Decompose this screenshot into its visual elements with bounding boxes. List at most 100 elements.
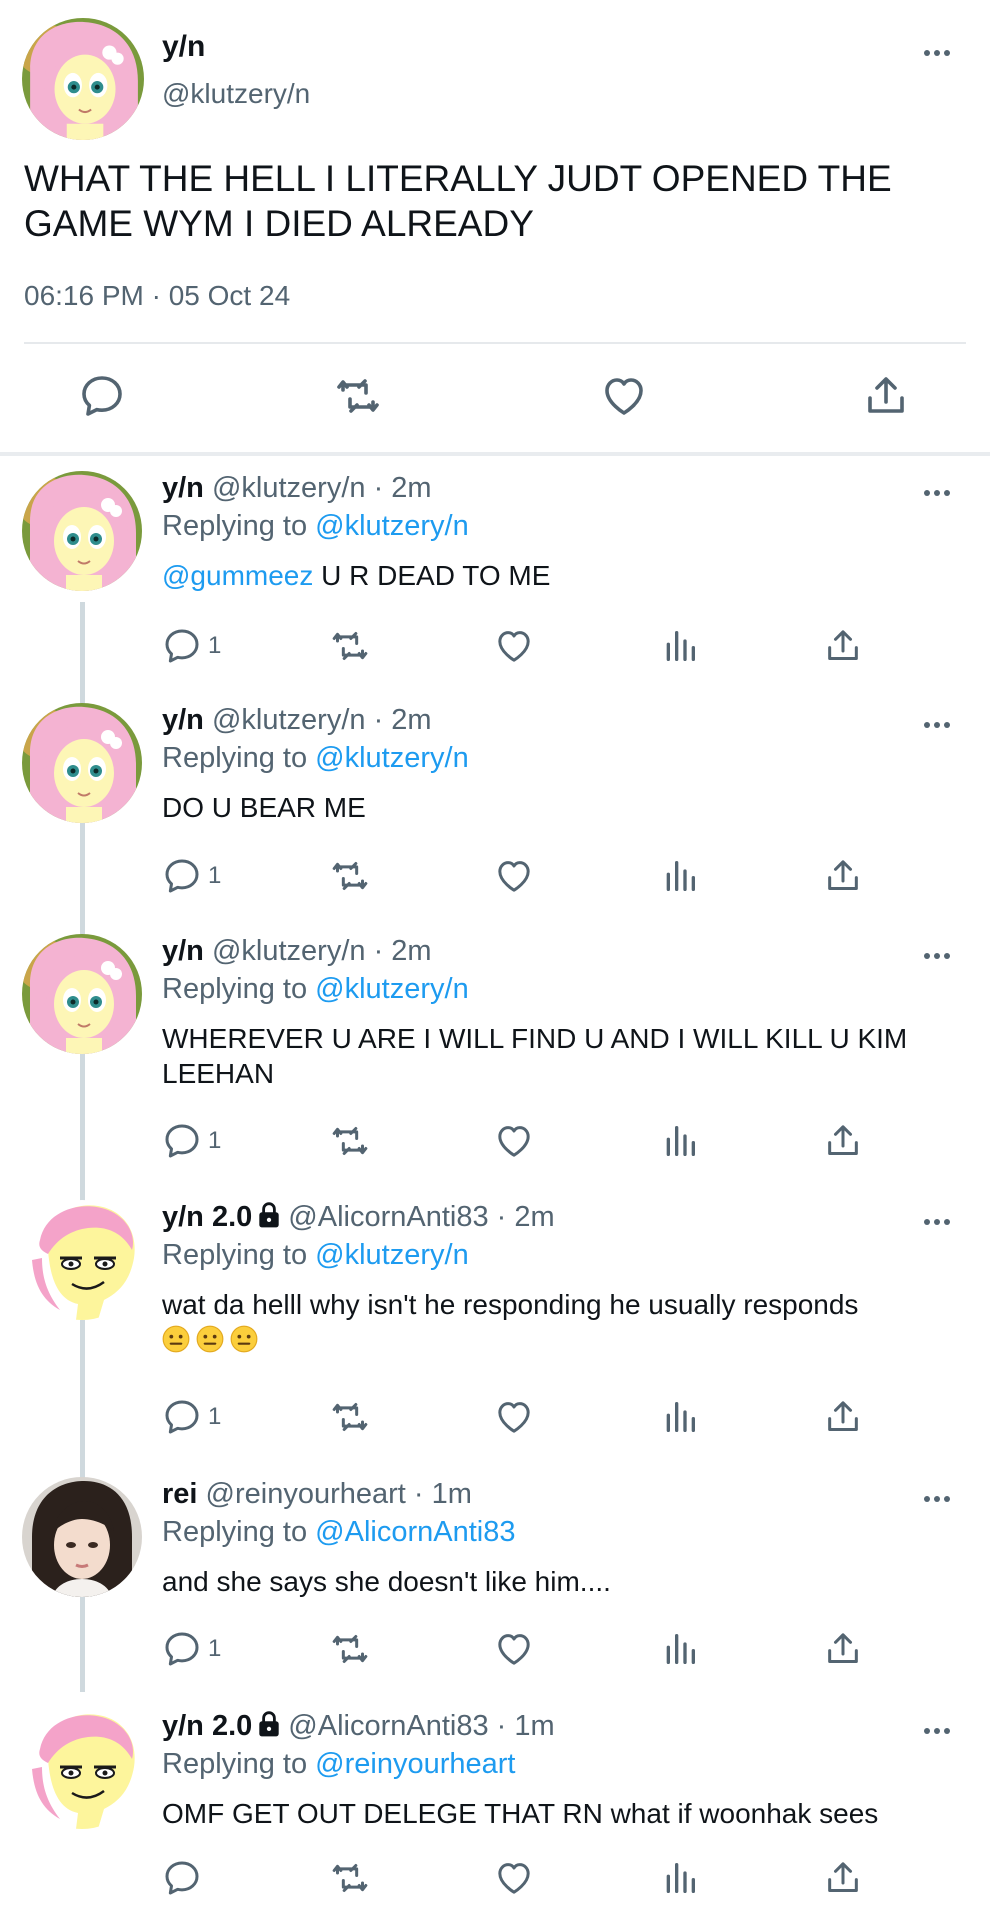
mention-link[interactable]: @gummeez — [162, 560, 313, 591]
tweet-time: 2m — [391, 704, 432, 736]
tweet-actions: 1 — [0, 626, 990, 666]
replying-to-link[interactable]: @klutzery/n — [315, 742, 469, 774]
lock-icon — [256, 1201, 282, 1229]
replying-to-link[interactable]: @reinyourheart — [315, 1748, 515, 1780]
neutral-face-emoji — [196, 1325, 224, 1353]
reply-button[interactable] — [162, 1858, 202, 1898]
tweet-actions: 1 — [0, 1397, 990, 1437]
tweet-text-body: wat da helll why isn't he responding he … — [162, 1289, 859, 1320]
divider — [24, 342, 966, 344]
reply-button[interactable]: 1 — [162, 1397, 221, 1437]
author-handle[interactable]: @klutzery/n — [212, 472, 366, 504]
retweet-icon[interactable] — [330, 1397, 370, 1437]
retweet-icon[interactable] — [334, 372, 382, 420]
reply-header: y/n 2.0 @AlicornAnti83 · 1m — [162, 1710, 555, 1743]
author-name[interactable]: y/n — [162, 704, 204, 736]
tweet-time: 2m — [514, 1201, 555, 1233]
like-icon[interactable] — [494, 626, 534, 666]
replying-to: Replying to @klutzery/n — [162, 973, 469, 1006]
views-icon[interactable] — [660, 1858, 700, 1898]
replying-to-link[interactable]: @klutzery/n — [315, 973, 469, 1005]
author-handle[interactable]: @reinyourheart — [206, 1478, 406, 1510]
like-icon[interactable] — [494, 1121, 534, 1161]
replying-to-link[interactable]: @AlicornAnti83 — [315, 1516, 515, 1548]
reply-tweet[interactable]: y/n 2.0 @AlicornAnti83 · 2m Replying to @… — [0, 1189, 990, 1447]
tweet-time: 2m — [391, 472, 432, 504]
author-name[interactable]: rei — [162, 1478, 197, 1510]
avatar[interactable] — [22, 18, 144, 140]
author-handle[interactable]: @AlicornAnti83 — [288, 1201, 488, 1233]
reply-button[interactable]: 1 — [162, 1629, 221, 1669]
views-icon[interactable] — [660, 1121, 700, 1161]
author-name[interactable]: y/n 2.0 — [162, 1201, 252, 1233]
more-icon[interactable] — [922, 1494, 952, 1504]
retweet-icon[interactable] — [330, 1858, 370, 1898]
like-icon[interactable] — [494, 1858, 534, 1898]
like-icon[interactable] — [600, 372, 648, 420]
avatar[interactable] — [22, 1709, 142, 1829]
author-name[interactable]: y/n 2.0 — [162, 1710, 252, 1742]
more-icon[interactable] — [922, 720, 952, 730]
reply-header: y/n @klutzery/n · 2m — [162, 472, 432, 505]
author-name[interactable]: y/n — [162, 30, 205, 64]
like-icon[interactable] — [494, 856, 534, 896]
reply-button[interactable]: 1 — [162, 626, 221, 666]
replying-to-link[interactable]: @klutzery/n — [315, 1239, 469, 1271]
more-icon[interactable] — [922, 951, 952, 961]
replying-to-link[interactable]: @klutzery/n — [315, 510, 469, 542]
share-icon[interactable] — [823, 1121, 863, 1161]
like-icon[interactable] — [494, 1629, 534, 1669]
share-icon[interactable] — [823, 856, 863, 896]
separator: · — [488, 1710, 515, 1742]
more-icon[interactable] — [922, 1726, 952, 1736]
reply-tweet[interactable]: rei @reinyourheart · 1m Replying to @Ali… — [0, 1466, 990, 1676]
like-icon[interactable] — [494, 1397, 534, 1437]
avatar[interactable] — [22, 1477, 142, 1597]
section-divider — [0, 452, 990, 456]
reply-tweet[interactable]: y/n 2.0 @AlicornAnti83 · 1m Replying to @… — [0, 1698, 990, 1920]
reply-button[interactable]: 1 — [162, 856, 221, 896]
tweet-text: and she says she doesn't like him.... — [162, 1566, 611, 1597]
more-icon[interactable] — [922, 48, 952, 58]
tweet-actions: 1 — [0, 856, 990, 896]
reply-header: y/n 2.0 @AlicornAnti83 · 2m — [162, 1201, 555, 1234]
reply-tweet[interactable]: y/n @klutzery/n · 2m Replying to @klutze… — [0, 460, 990, 670]
share-icon[interactable] — [823, 1858, 863, 1898]
reply-tweet[interactable]: y/n @klutzery/n · 2m Replying to @klutze… — [0, 692, 990, 902]
author-handle[interactable]: @klutzery/n — [162, 78, 310, 110]
separator: · — [488, 1201, 515, 1233]
author-handle[interactable]: @klutzery/n — [212, 704, 366, 736]
views-icon[interactable] — [660, 856, 700, 896]
author-handle[interactable]: @AlicornAnti83 — [288, 1710, 488, 1742]
views-icon[interactable] — [660, 1629, 700, 1669]
reply-tweet[interactable]: y/n @klutzery/n · 2m Replying to @klutze… — [0, 923, 990, 1168]
reply-button[interactable]: 1 — [162, 1121, 221, 1161]
more-icon[interactable] — [922, 488, 952, 498]
retweet-icon[interactable] — [330, 626, 370, 666]
author-name[interactable]: y/n — [162, 472, 204, 504]
neutral-face-emoji — [230, 1325, 258, 1353]
retweet-icon[interactable] — [330, 1629, 370, 1669]
reply-icon[interactable] — [78, 372, 126, 420]
avatar[interactable] — [22, 1200, 142, 1320]
share-icon[interactable] — [823, 1397, 863, 1437]
tweet-time: 1m — [514, 1710, 555, 1742]
tweet-timestamp: 06:16 PM · 05 Oct 24 — [24, 280, 291, 311]
avatar[interactable] — [22, 471, 142, 591]
separator: · — [365, 704, 392, 736]
share-icon[interactable] — [823, 626, 863, 666]
views-icon[interactable] — [660, 1397, 700, 1437]
more-icon[interactable] — [922, 1217, 952, 1227]
replying-prefix: Replying to — [162, 1516, 316, 1548]
replying-prefix: Replying to — [162, 1239, 316, 1271]
retweet-icon[interactable] — [330, 856, 370, 896]
share-icon[interactable] — [823, 1629, 863, 1669]
views-icon[interactable] — [660, 626, 700, 666]
reply-count: 1 — [208, 1127, 222, 1154]
retweet-icon[interactable] — [330, 1121, 370, 1161]
avatar[interactable] — [22, 703, 142, 823]
author-name[interactable]: y/n — [162, 935, 204, 967]
share-icon[interactable] — [862, 372, 910, 420]
author-handle[interactable]: @klutzery/n — [212, 935, 366, 967]
avatar[interactable] — [22, 934, 142, 1054]
